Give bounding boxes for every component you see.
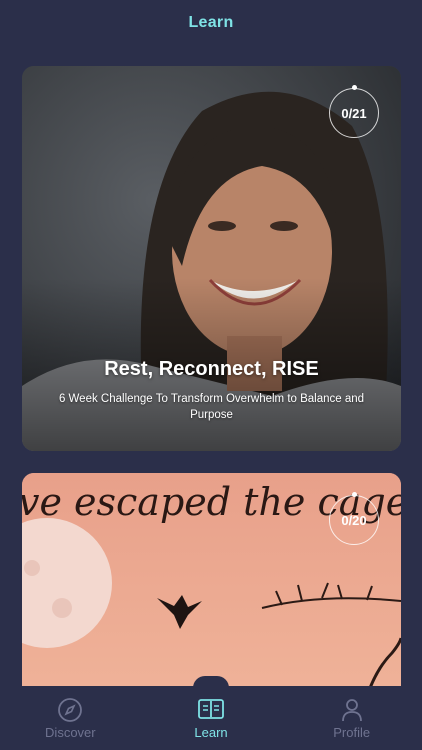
tab-label: Learn (194, 724, 228, 740)
tab-label: Discover (45, 724, 96, 740)
page-title: Learn (188, 14, 234, 31)
progress-ring: 0/21 (329, 85, 379, 138)
tab-label: Profile (333, 724, 371, 740)
course-feed[interactable]: 0/21 Rest, Reconnect, RISE 6 Week Challe… (22, 66, 401, 735)
user-icon (341, 698, 362, 721)
progress-indicator (352, 492, 357, 497)
progress-indicator (352, 85, 357, 90)
progress-ring: 0/20 (329, 492, 379, 545)
compass-icon (58, 697, 83, 722)
tab-discover[interactable]: Discover (0, 686, 141, 750)
header: Learn (0, 0, 422, 46)
tab-bar: Discover Learn Profile (0, 676, 422, 750)
tab-profile[interactable]: Profile (281, 686, 422, 750)
book-icon (198, 698, 224, 719)
active-tab-notch (193, 676, 229, 688)
tab-learn[interactable]: Learn (141, 686, 282, 750)
course-subtitle: 6 Week Challenge To Transform Overwhelm … (58, 393, 365, 421)
progress-count: 0/21 (341, 105, 367, 121)
course-title: Rest, Reconnect, RISE (104, 358, 319, 380)
progress-count: 0/20 (341, 512, 367, 528)
course-card[interactable]: 0/21 Rest, Reconnect, RISE 6 Week Challe… (22, 66, 401, 451)
